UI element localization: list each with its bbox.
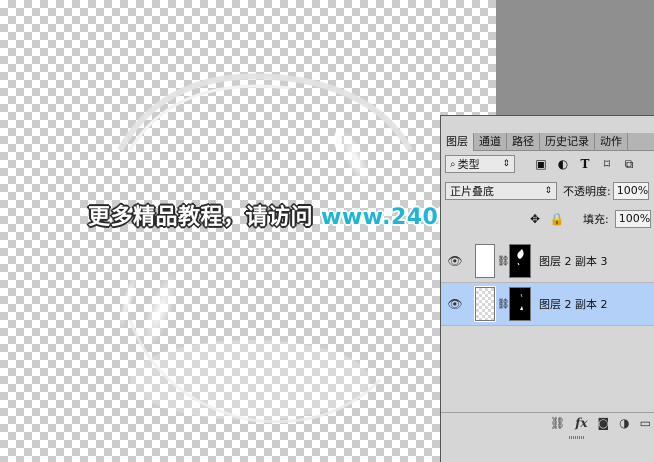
lock-row: ✥ 🔒 填充: 100% [441,210,654,228]
tab-actions[interactable]: 动作 [595,133,628,150]
fx-icon[interactable]: fx [575,416,587,430]
opacity-label: 不透明度: [563,185,611,198]
layer-list: 👁 ⛓ 图层 2 副本 3 👁 ⛓ 图层 2 副本 2 [441,240,654,326]
panel-tabs: 图层 通道 路径 历史记录 动作 [441,133,654,151]
filter-row: ⌕ 类型 ⇕ ▣ ◐ T ⌑ ⧉ [441,155,654,173]
resize-grip[interactable] [569,436,585,439]
layer-row[interactable]: 👁 ⛓ 图层 2 副本 3 [441,240,654,283]
layer-row-selected[interactable]: 👁 ⛓ 图层 2 副本 2 [441,283,654,326]
watermark-text: 更多精品教程，请访问 [88,205,314,230]
lock-position-icon[interactable]: ✥ [527,211,543,227]
tab-layers[interactable]: 图层 [441,133,474,151]
updown-arrow-icon: ⇕ [544,186,552,196]
tab-history[interactable]: 历史记录 [540,133,595,150]
filter-kind-dropdown[interactable]: ⌕ 类型 ⇕ [445,155,515,173]
fill-label: 填充: [583,213,609,226]
layer-mask-thumbnail[interactable] [509,287,531,321]
filter-adjustment-icon[interactable]: ◐ [555,156,571,172]
blend-row: 正片叠底 ⇕ 不透明度: 100% [441,182,654,200]
layer-mask-thumbnail[interactable] [509,244,531,278]
adjustment-icon[interactable]: ◑ [619,416,629,430]
filter-pixel-icon[interactable]: ▣ [533,156,549,172]
tab-channels[interactable]: 通道 [474,133,507,150]
opacity-field[interactable]: 100% [612,182,649,200]
filter-smart-object-icon[interactable]: ⧉ [621,156,637,172]
eye-icon[interactable]: 👁 [441,297,469,311]
tab-paths[interactable]: 路径 [507,133,540,150]
panel-footer: ⛓ fx ◙ ◑ ▭ [441,412,654,432]
layer-name[interactable]: 图层 2 副本 2 [539,296,608,312]
layer-name[interactable]: 图层 2 副本 3 [539,253,608,269]
filter-shape-icon[interactable]: ⌑ [599,156,615,172]
filter-kind-label: 类型 [457,158,480,171]
layer-thumbnail[interactable] [475,244,495,278]
search-icon: ⌕ [450,158,456,170]
filter-type-icon[interactable]: T [577,156,593,172]
layer-thumbnail[interactable] [474,286,496,322]
updown-arrow-icon: ⇕ [502,159,510,169]
chain-link-icon[interactable]: ⛓ [497,299,510,310]
chain-link-icon[interactable]: ⛓ [497,256,510,267]
bulb-artwork [117,73,413,424]
link-icon[interactable]: ⛓ [550,416,565,430]
lock-all-icon[interactable]: 🔒 [549,211,565,227]
blend-mode-label: 正片叠底 [450,185,494,198]
layers-panel: 图层 通道 路径 历史记录 动作 ⌕ 类型 ⇕ ▣ ◐ T ⌑ ⧉ 正片叠底 ⇕… [440,115,654,462]
eye-icon[interactable]: 👁 [441,254,469,268]
fill-field[interactable]: 100% [614,210,651,228]
blend-mode-dropdown[interactable]: 正片叠底 ⇕ [445,182,557,200]
folder-icon[interactable]: ▭ [640,416,651,430]
add-mask-icon[interactable]: ◙ [598,416,610,430]
